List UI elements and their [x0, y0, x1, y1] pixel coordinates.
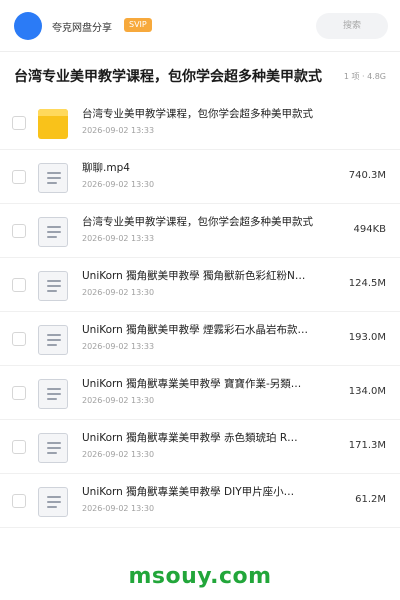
file-name: UniKorn 獨角獸專業美甲教學 DIY甲片座小… [82, 486, 295, 498]
file-date: 2026-09-02 13:30 [82, 450, 155, 459]
row-checkbox[interactable] [12, 494, 26, 508]
app-name: 夸克网盘分享 [52, 23, 112, 34]
file-icon [38, 433, 68, 463]
row-checkbox[interactable] [12, 332, 26, 346]
file-icon [38, 217, 68, 247]
file-size: 740.3M [348, 170, 386, 181]
file-size: 494KB [353, 224, 386, 235]
search-button[interactable]: 搜索 [316, 13, 388, 39]
file-name: 聊聊.mp4 [82, 162, 130, 174]
file-date: 2026-09-02 13:33 [82, 234, 155, 243]
file-row[interactable]: 台湾专业美甲教学课程，包你学会超多种美甲款式 2026-09-02 13:33 … [0, 204, 400, 258]
file-date: 2026-09-02 13:30 [82, 504, 155, 513]
header-bar: 夸克网盘分享 SVIP 搜索 [0, 0, 400, 52]
row-checkbox[interactable] [12, 440, 26, 454]
file-icon [38, 163, 68, 193]
file-name: UniKorn 獨角獸美甲教學 煙霧彩石水晶岩布款… [82, 324, 309, 336]
file-icon [38, 271, 68, 301]
file-name: 台湾专业美甲教学课程，包你学会超多种美甲款式 [82, 216, 313, 228]
row-checkbox[interactable] [12, 386, 26, 400]
row-checkbox[interactable] [12, 278, 26, 292]
file-row[interactable]: UniKorn 獨角獸專業美甲教學 寶寶作業-另類… 2026-09-02 13… [0, 366, 400, 420]
page-title: 台湾专业美甲教学课程，包你学会超多种美甲款式 [14, 69, 322, 85]
file-row[interactable]: UniKorn 獨角獸專業美甲教學 DIY甲片座小… 2026-09-02 13… [0, 474, 400, 528]
file-name: 台湾专业美甲教学课程，包你学会超多种美甲款式 [82, 108, 313, 120]
row-checkbox[interactable] [12, 224, 26, 238]
file-size: 134.0M [348, 386, 386, 397]
file-row[interactable]: UniKorn 獨角獸美甲教學 煙霧彩石水晶岩布款… 2026-09-02 13… [0, 312, 400, 366]
watermark: msouy.com [128, 564, 272, 589]
file-name: UniKorn 獨角獸美甲教學 獨角獸新色彩紅粉N… [82, 270, 306, 282]
file-date: 2026-09-02 13:33 [82, 126, 155, 135]
file-size: 124.5M [348, 278, 386, 289]
file-icon [38, 325, 68, 355]
file-date: 2026-09-02 13:30 [82, 288, 155, 297]
file-date: 2026-09-02 13:33 [82, 342, 155, 351]
file-row[interactable]: 台湾专业美甲教学课程，包你学会超多种美甲款式 2026-09-02 13:33 [0, 96, 400, 150]
file-row[interactable]: UniKorn 獨角獸美甲教學 獨角獸新色彩紅粉N… 2026-09-02 13… [0, 258, 400, 312]
file-size: 61.2M [355, 494, 386, 505]
folder-title-bar: 台湾专业美甲教学课程，包你学会超多种美甲款式 1 项 · 4.8G [0, 52, 400, 96]
file-icon [38, 487, 68, 517]
file-date: 2026-09-02 13:30 [82, 396, 155, 405]
file-icon [38, 379, 68, 409]
file-size: 171.3M [348, 440, 386, 451]
file-name: UniKorn 獨角獸專業美甲教學 寶寶作業-另類… [82, 378, 302, 390]
file-date: 2026-09-02 13:30 [82, 180, 155, 189]
file-name: UniKorn 獨角獸專業美甲教學 赤色類琥珀 R… [82, 432, 298, 444]
row-checkbox[interactable] [12, 116, 26, 130]
file-row[interactable]: UniKorn 獨角獸專業美甲教學 赤色類琥珀 R… 2026-09-02 13… [0, 420, 400, 474]
folder-icon [38, 109, 68, 139]
file-row[interactable]: 聊聊.mp4 2026-09-02 13:30 740.3M [0, 150, 400, 204]
svip-badge: SVIP [124, 18, 152, 32]
file-size: 193.0M [348, 332, 386, 343]
avatar[interactable] [14, 12, 42, 40]
row-checkbox[interactable] [12, 170, 26, 184]
folder-meta: 1 项 · 4.8G [341, 71, 386, 82]
